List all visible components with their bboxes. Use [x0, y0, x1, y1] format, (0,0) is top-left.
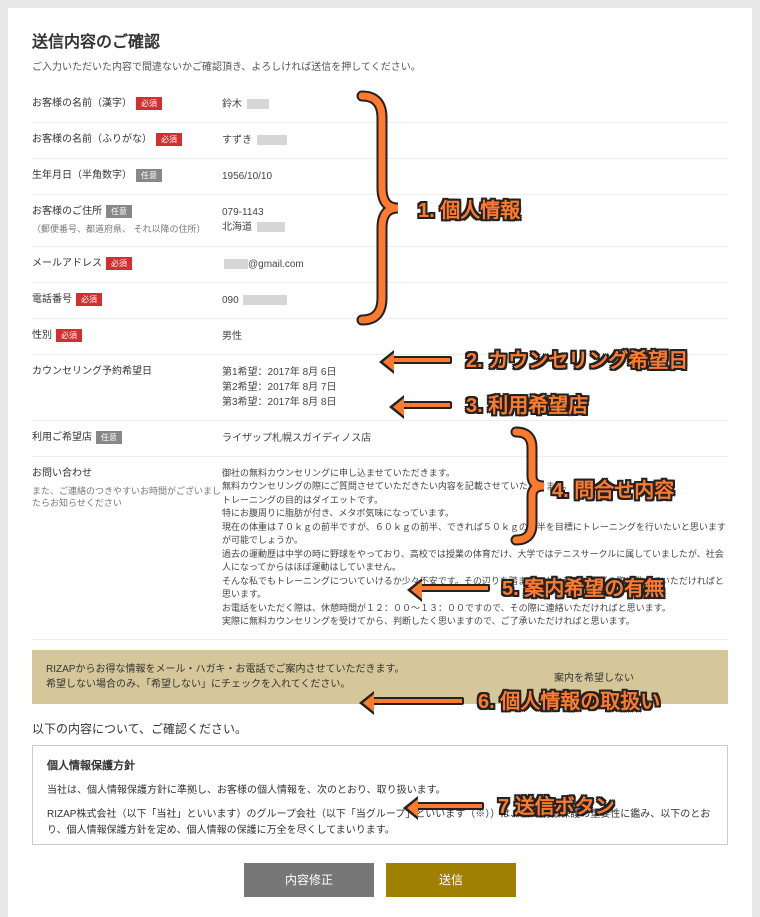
required-badge: 必須: [136, 97, 162, 110]
annotation-arrow-5: [418, 584, 490, 592]
policy-p1: 当社は、個人情報保護方針に準拠し、お客様の個人情報を、次のとおり、取り扱います。: [47, 783, 713, 799]
value: すずき: [222, 133, 728, 148]
label: メールアドレス: [32, 257, 102, 271]
annotation-brace-4: [510, 426, 550, 551]
value: 1956/10/10: [222, 169, 728, 184]
label: 生年月日（半角数字）: [32, 169, 132, 183]
value: 御社の無料カウンセリングに申し込ませていただきます。 無料カウンセリングの際にご…: [222, 467, 728, 629]
label: 利用ご希望店: [32, 431, 92, 445]
submit-button[interactable]: 送信: [386, 863, 516, 897]
label: お客様のご住所: [32, 205, 102, 219]
label: 性別: [32, 329, 52, 343]
policy-p2: RIZAP株式会社（以下「当社」といいます）のグループ会社（以下「当グループ」と…: [47, 807, 713, 839]
annotation-brace-1: [354, 88, 404, 333]
policy-title: 個人情報保護方針: [47, 758, 713, 776]
optional-badge: 任意: [96, 431, 122, 444]
label-sub: （郵便番号、都道府県、 それ以降の住所）: [32, 223, 222, 236]
value: @gmail.com: [222, 257, 728, 272]
row-store: 利用ご希望店任意 ライザップ札幌スガイディノス店: [32, 421, 728, 457]
required-badge: 必須: [76, 293, 102, 306]
row-inquiry: お問い合わせ また、ご連絡のつきやすいお時間がございましたらお知らせください 御…: [32, 457, 728, 640]
label: カウンセリング予約希望日: [32, 365, 152, 379]
value: 第1希望：2017年 8月 6日 第2希望：2017年 8月 7日 第3希望：2…: [222, 365, 728, 410]
privacy-policy-box[interactable]: 個人情報保護方針 当社は、個人情報保護方針に準拠し、お客様の個人情報を、次のとお…: [32, 745, 728, 845]
label: お客様の名前（漢字）: [32, 97, 132, 111]
value: 090: [222, 293, 728, 308]
opt-value: 案内を希望しない: [554, 669, 714, 684]
label: 電話番号: [32, 293, 72, 307]
page-subtitle: ご入力いただいた内容で間違ないかご確認頂き、よろしければ送信を押してください。: [32, 58, 728, 73]
label-note: また、ご連絡のつきやすいお時間がございましたらお知らせください: [32, 485, 222, 510]
opt-text: RIZAPからお得な情報をメール・ハガキ・お電話でご案内させていただきます。 希…: [46, 662, 554, 692]
annotation-arrow-6: [370, 697, 464, 705]
value: 男性: [222, 329, 728, 344]
button-bar: 内容修正 送信: [32, 863, 728, 897]
value: ライザップ札幌スガイディノス店: [222, 431, 728, 446]
page-title: 送信内容のご確認: [32, 28, 728, 52]
annotation-arrow-7: [414, 802, 484, 810]
required-badge: 必須: [156, 133, 182, 146]
confirm-title: 以下の内容について、ご確認ください。: [32, 720, 728, 737]
optional-badge: 任意: [106, 205, 132, 218]
required-badge: 必須: [56, 329, 82, 342]
opt-out-row: RIZAPからお得な情報をメール・ハガキ・お電話でご案内させていただきます。 希…: [32, 650, 728, 704]
value: 鈴木: [222, 97, 728, 112]
edit-button[interactable]: 内容修正: [244, 863, 374, 897]
annotation-arrow-2: [390, 356, 452, 364]
annotation-arrow-3: [400, 401, 452, 409]
optional-badge: 任意: [136, 169, 162, 182]
label: お客様の名前（ふりがな）: [32, 133, 152, 147]
value: 079-1143 北海道: [222, 205, 728, 235]
required-badge: 必須: [106, 257, 132, 270]
label: お問い合わせ: [32, 468, 92, 479]
